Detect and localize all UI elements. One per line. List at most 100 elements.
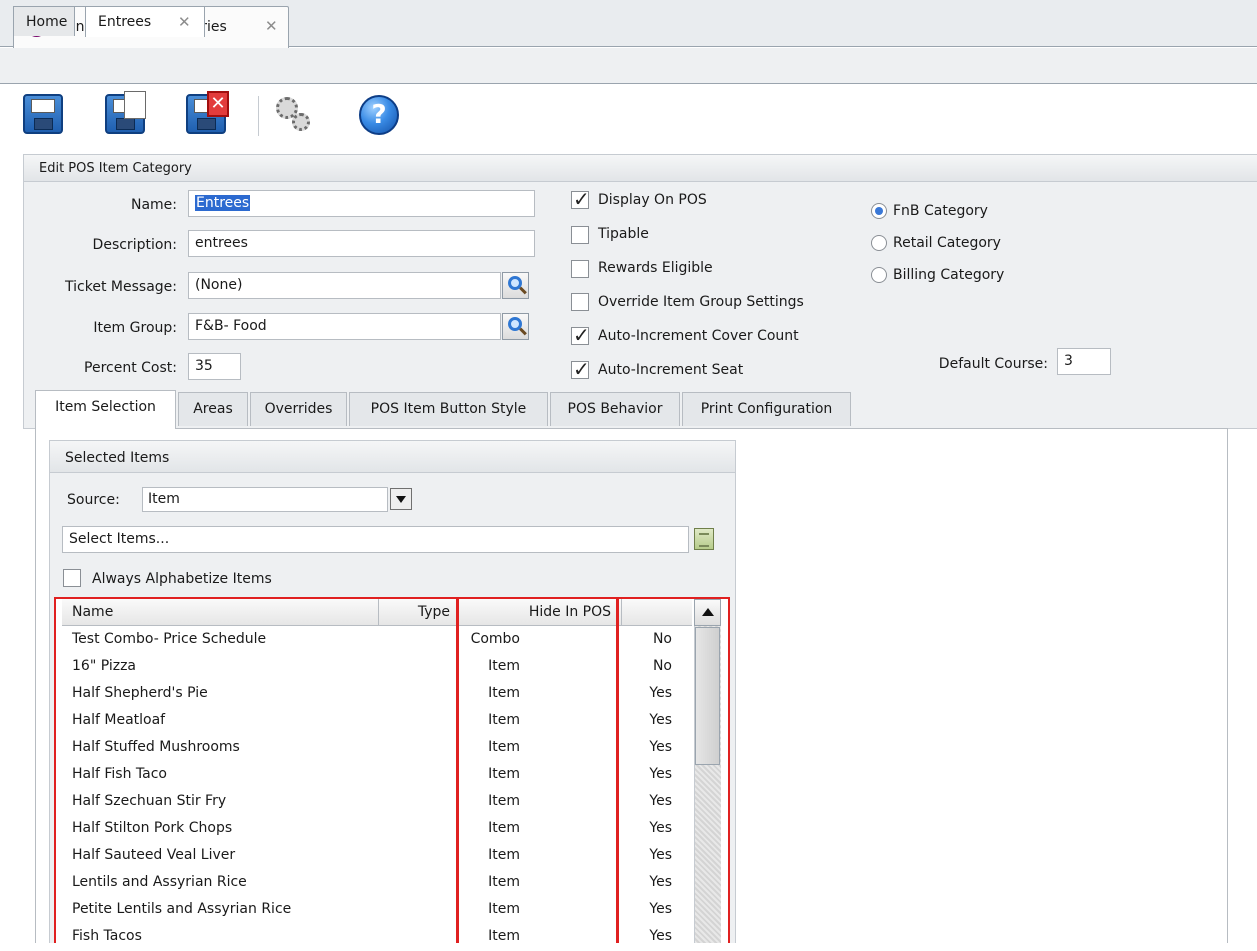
item-group-lookup-button[interactable]	[502, 313, 529, 340]
cell-type: Item	[488, 766, 520, 782]
description-field[interactable]: entrees	[188, 230, 535, 257]
always-alphabetize-checkbox[interactable]	[63, 569, 81, 587]
rewards-eligible-label: Rewards Eligible	[598, 260, 713, 276]
cell-hide-in-pos: Yes	[649, 766, 672, 782]
table-row[interactable]: 16" Pizza Item No	[62, 654, 692, 681]
tab-areas[interactable]: Areas	[178, 392, 248, 426]
cell-type: Item	[488, 739, 520, 755]
table-row[interactable]: Half Fish Taco Item Yes	[62, 762, 692, 789]
table-row[interactable]: Half Szechuan Stir Fry Item Yes	[62, 789, 692, 816]
cell-hide-in-pos: Yes	[649, 901, 672, 917]
column-header-name[interactable]: Name	[62, 599, 379, 626]
save-close-button[interactable]: ✕	[183, 91, 233, 141]
close-icon[interactable]: ✕	[178, 13, 191, 31]
cell-type: Combo	[470, 631, 520, 647]
auto-increment-seat-label: Auto-Increment Seat	[598, 362, 744, 378]
table-row[interactable]: Lentils and Assyrian Rice Item Yes	[62, 870, 692, 897]
name-field[interactable]: Entrees	[188, 190, 535, 217]
percent-cost-label: Percent Cost:	[84, 360, 177, 376]
display-on-pos-checkbox[interactable]	[571, 187, 590, 211]
source-label: Source:	[67, 492, 120, 508]
table-row[interactable]: Test Combo- Price Schedule Combo No	[62, 627, 692, 654]
tab-item-selection[interactable]: Item Selection	[35, 390, 176, 429]
column-header-blank	[622, 599, 692, 626]
highlight-divider	[616, 597, 619, 943]
help-button[interactable]: ?	[355, 91, 405, 141]
source-select[interactable]: Item	[142, 487, 388, 512]
default-course-field[interactable]: 3	[1057, 348, 1111, 375]
edit-panel-header: Edit POS Item Category	[23, 154, 1257, 182]
cell-name: Petite Lentils and Assyrian Rice	[72, 901, 292, 917]
item-group-label: Item Group:	[93, 320, 177, 336]
cell-name: Half Sauteed Veal Liver	[72, 847, 236, 863]
tipable-label: Tipable	[598, 226, 649, 242]
cell-hide-in-pos: Yes	[649, 739, 672, 755]
column-header-hide-in-pos[interactable]: Hide In POS	[457, 599, 622, 626]
rewards-eligible-checkbox[interactable]	[571, 260, 589, 278]
notepad-icon[interactable]	[694, 528, 714, 550]
item-group-field[interactable]: F&B- Food	[188, 313, 501, 340]
chevron-down-icon[interactable]	[390, 488, 412, 510]
tab-entrees[interactable]: Entrees ✕	[85, 6, 205, 37]
cell-hide-in-pos: No	[652, 631, 672, 647]
select-items-field[interactable]: Select Items...	[62, 526, 689, 553]
close-red-icon: ✕	[207, 91, 229, 117]
cell-name: 16" Pizza	[72, 658, 137, 674]
cell-hide-in-pos: Yes	[649, 685, 672, 701]
auto-increment-seat-checkbox[interactable]	[571, 357, 590, 381]
tab-print-configuration[interactable]: Print Configuration	[682, 392, 851, 426]
cell-name: Half Fish Taco	[72, 766, 167, 782]
document-icon	[124, 91, 146, 119]
billing-category-label: Billing Category	[893, 267, 1005, 283]
table-row[interactable]: Fish Tacos Item Yes	[62, 924, 692, 951]
tab-pos-behavior[interactable]: POS Behavior	[550, 392, 680, 426]
table-row[interactable]: Petite Lentils and Assyrian Rice Item Yes	[62, 897, 692, 924]
tab-overrides[interactable]: Overrides	[250, 392, 347, 426]
table-row[interactable]: Half Shepherd's Pie Item Yes	[62, 681, 692, 708]
help-icon: ?	[359, 95, 399, 135]
override-item-group-label: Override Item Group Settings	[598, 294, 804, 310]
selected-items-header: Selected Items	[49, 440, 736, 473]
cell-type: Item	[488, 820, 520, 836]
display-on-pos-label: Display On POS	[598, 192, 707, 208]
cell-type: Item	[488, 928, 520, 944]
scrollbar-thumb[interactable]	[695, 627, 720, 765]
save-button[interactable]	[20, 91, 70, 141]
cell-type: Item	[488, 874, 520, 890]
ticket-message-field[interactable]: (None)	[188, 272, 501, 299]
cell-hide-in-pos: Yes	[649, 847, 672, 863]
cell-hide-in-pos: Yes	[649, 712, 672, 728]
table-row[interactable]: Half Sauteed Veal Liver Item Yes	[62, 843, 692, 870]
scroll-up-icon[interactable]	[694, 599, 721, 626]
auto-increment-cover-count-checkbox[interactable]	[571, 323, 590, 347]
tipable-checkbox[interactable]	[571, 226, 589, 244]
tab-home[interactable]: Home	[13, 6, 75, 36]
cell-name: Fish Tacos	[72, 928, 142, 944]
sub-tab-strip	[0, 48, 1257, 84]
billing-category-radio[interactable]	[871, 267, 887, 283]
save-new-button[interactable]	[102, 91, 152, 141]
ticket-message-label: Ticket Message:	[65, 279, 177, 295]
ticket-message-lookup-button[interactable]	[502, 272, 529, 299]
close-icon[interactable]: ✕	[265, 17, 278, 35]
cell-name: Test Combo- Price Schedule	[72, 631, 267, 647]
cell-name: Half Meatloaf	[72, 712, 166, 728]
fnb-category-label: FnB Category	[893, 203, 988, 219]
cell-type: Item	[488, 847, 520, 863]
table-row[interactable]: Half Stilton Pork Chops Item Yes	[62, 816, 692, 843]
table-row[interactable]: Half Stuffed Mushrooms Item Yes	[62, 735, 692, 762]
override-item-group-checkbox[interactable]	[571, 293, 589, 311]
retail-category-radio[interactable]	[871, 235, 887, 251]
settings-button[interactable]	[270, 91, 320, 141]
column-header-type[interactable]: Type	[379, 599, 457, 626]
table-row[interactable]: Half Meatloaf Item Yes	[62, 708, 692, 735]
cell-type: Item	[488, 712, 520, 728]
cell-hide-in-pos: Yes	[649, 928, 672, 944]
tab-pos-item-button-style[interactable]: POS Item Button Style	[349, 392, 548, 426]
percent-cost-field[interactable]: 35	[188, 353, 241, 380]
fnb-category-radio[interactable]	[871, 203, 887, 219]
cell-hide-in-pos: No	[652, 658, 672, 674]
name-value: Entrees	[195, 195, 251, 211]
highlight-divider	[456, 597, 459, 943]
auto-increment-cover-count-label: Auto-Increment Cover Count	[598, 328, 799, 344]
